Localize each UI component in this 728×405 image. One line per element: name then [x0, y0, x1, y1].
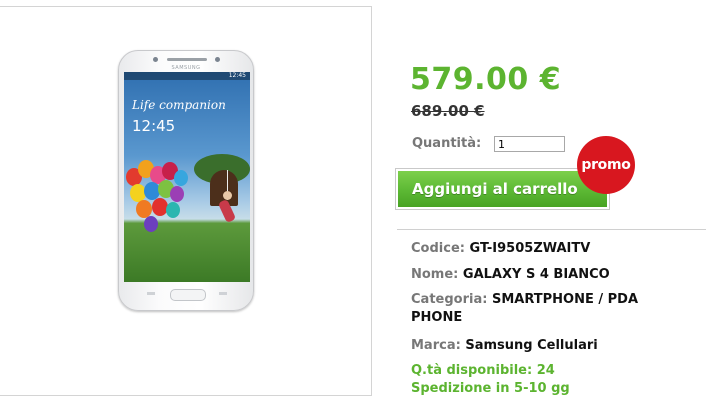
back-key-icon — [219, 292, 227, 295]
product-brand-label: Marca: — [411, 338, 461, 353]
phone-screen-tagline: Life companion — [132, 98, 226, 112]
home-button — [170, 289, 206, 301]
phone-screen-clock: 12:45 — [132, 117, 176, 135]
add-to-cart-label: Aggiungi al carrello — [398, 171, 607, 207]
quantity-input[interactable] — [494, 136, 565, 152]
old-price: 689.00 € — [411, 102, 485, 120]
product-name-label: Nome: — [411, 267, 459, 282]
product-brand-row: Marca: Samsung Cellulari — [411, 337, 711, 355]
phone-speaker — [167, 58, 207, 61]
product-brand-value: Samsung Cellulari — [465, 338, 598, 353]
product-category-value: SMARTPHONE / PDA — [491, 292, 639, 307]
balloon-shape — [144, 216, 158, 232]
phone-brand-text: SAMSUNG — [171, 65, 201, 71]
stock-availability: Q.tà disponibile: 24 — [411, 363, 555, 378]
promo-badge: promo — [577, 136, 635, 194]
phone-sensor — [153, 57, 158, 62]
product-category-row: Categoria: SMARTPHONE / PDA PHONE — [411, 291, 711, 327]
phone-camera — [215, 57, 220, 62]
product-name-row: Nome: GALAXY S 4 BIANCO — [411, 266, 711, 284]
product-code-label: Codice: — [411, 241, 465, 256]
product-code-value: GT-I9505ZWAITV — [469, 241, 591, 256]
product-photo[interactable]: SAMSUNG 12:45 Life companion 12:45 — [118, 50, 254, 311]
quantity-label: Quantità: — [412, 136, 482, 151]
product-category-value-cont: PHONE — [411, 310, 463, 325]
product-code-row: Codice: GT-I9505ZWAITV — [411, 240, 711, 258]
phone-status-time: 12:45 — [228, 72, 246, 79]
product-image-frame: SAMSUNG 12:45 Life companion 12:45 — [0, 6, 372, 396]
product-category-label: Categoria: — [411, 292, 488, 307]
swinging-kid-head — [223, 191, 232, 200]
phone-screen: 12:45 Life companion 12:45 — [124, 72, 250, 282]
current-price: 579.00 € — [410, 62, 562, 97]
menu-key-icon — [147, 292, 155, 295]
product-name-value: GALAXY S 4 BIANCO — [462, 267, 610, 282]
balloon-shape — [166, 202, 180, 218]
balloon-shape — [174, 170, 188, 186]
phone-status-bar: 12:45 — [124, 72, 250, 80]
balloon-shape — [170, 186, 184, 202]
details-divider — [397, 229, 706, 230]
shipping-time: Spedizione in 5-10 gg — [411, 381, 570, 396]
